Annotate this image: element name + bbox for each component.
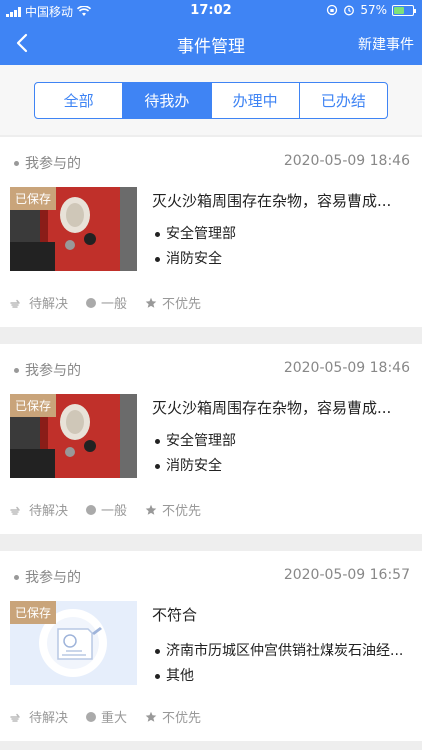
status-text: 待解决	[29, 504, 69, 519]
event-tag: 济南市历城区仲宫供销社煤炭石油经...	[155, 639, 410, 664]
tab-all[interactable]: 全部	[35, 83, 122, 118]
priority-text: 不优先	[162, 504, 202, 519]
priority-text: 不优先	[162, 711, 202, 726]
level-text: 重大	[101, 711, 128, 726]
event-title: 灭火沙箱周围存在杂物，容易曹成...	[152, 399, 392, 417]
event-title: 不符合	[152, 606, 198, 624]
tabs-area: 全部 待我办 办理中 已办结	[0, 65, 422, 135]
hand-pointer-icon	[10, 713, 20, 722]
card-time: 2020-05-09 18:46	[283, 360, 410, 376]
tab-completed[interactable]: 已办结	[298, 83, 387, 118]
new-event-button[interactable]: 新建事件	[358, 34, 414, 54]
star-icon	[145, 297, 157, 308]
event-card[interactable]: 我参与的 2020-05-09 18:46 已保存 灭火沙箱周围存在杂物，容易曹…	[0, 137, 422, 327]
event-photo: 已保存	[10, 394, 137, 478]
card-time: 2020-05-09 18:46	[283, 153, 410, 169]
saved-badge: 已保存	[10, 187, 57, 210]
level-text: 一般	[101, 504, 128, 519]
card-source: 我参与的	[25, 570, 81, 586]
event-tag: 其他	[155, 664, 410, 689]
level-dot-icon	[86, 504, 97, 515]
event-tag: 安全管理部	[155, 222, 410, 247]
tab-in-progress[interactable]: 办理中	[210, 83, 299, 118]
star-icon	[145, 711, 157, 722]
card-time: 2020-05-09 16:57	[283, 567, 410, 583]
level-dot-icon	[86, 297, 97, 308]
event-tag: 消防安全	[155, 454, 410, 479]
tab-pending-mine[interactable]: 待我办	[122, 83, 211, 118]
level-text: 一般	[101, 297, 128, 312]
event-tag: 安全管理部	[155, 429, 410, 454]
rotation-lock-icon	[327, 4, 338, 16]
segmented-tabs: 全部 待我办 办理中 已办结	[34, 82, 388, 119]
event-title: 灭火沙箱周围存在杂物，容易曹成...	[152, 192, 392, 210]
priority-text: 不优先	[162, 297, 202, 312]
event-photo: 已保存	[10, 187, 137, 271]
placeholder-image: 已保存	[10, 601, 137, 685]
hand-pointer-icon	[10, 299, 20, 308]
saved-badge: 已保存	[10, 394, 57, 417]
bullet-icon	[14, 160, 19, 166]
hand-pointer-icon	[10, 506, 20, 515]
card-source: 我参与的	[25, 156, 81, 172]
event-card[interactable]: 我参与的 2020-05-09 16:57 已保存 不符合 济南市历城区仲宫供销…	[0, 551, 422, 741]
bullet-icon	[14, 574, 19, 580]
star-icon	[145, 504, 157, 515]
event-tag: 消防安全	[155, 247, 410, 272]
level-dot-icon	[86, 711, 97, 722]
status-text: 待解决	[29, 711, 69, 726]
card-source: 我参与的	[25, 363, 81, 379]
event-card[interactable]: 我参与的 2020-05-09 18:46 已保存 灭火沙箱周围存在杂物，容易曹…	[0, 344, 422, 534]
battery-percent: 57%	[360, 3, 387, 17]
status-text: 待解决	[29, 297, 69, 312]
status-bar: 中国移动 17:02 57%	[0, 0, 422, 22]
saved-badge: 已保存	[10, 601, 57, 624]
battery-icon	[392, 4, 416, 16]
bullet-icon	[14, 367, 19, 373]
nav-bar: 事件管理 新建事件	[0, 22, 422, 65]
alarm-icon	[344, 5, 355, 16]
